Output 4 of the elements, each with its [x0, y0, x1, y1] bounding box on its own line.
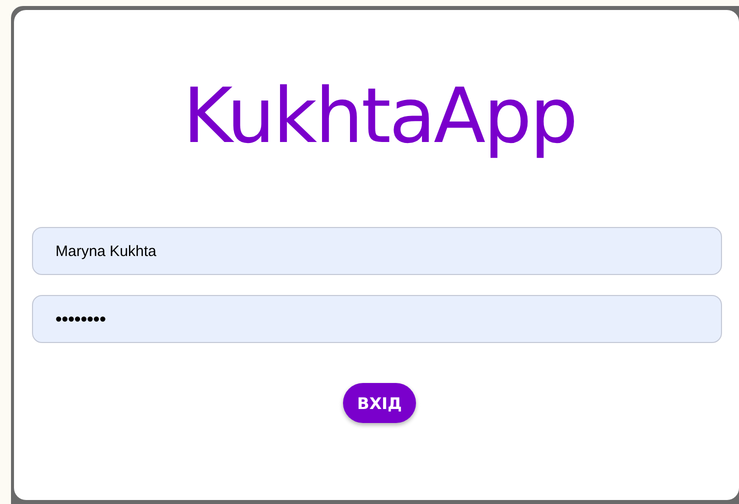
password-field[interactable]: •••••••• — [32, 295, 722, 344]
username-field[interactable]: Maryna Kukhta — [32, 227, 722, 276]
login-button[interactable]: ВХІД — [343, 383, 416, 424]
app-logo: KukhtaApp — [182, 70, 576, 162]
